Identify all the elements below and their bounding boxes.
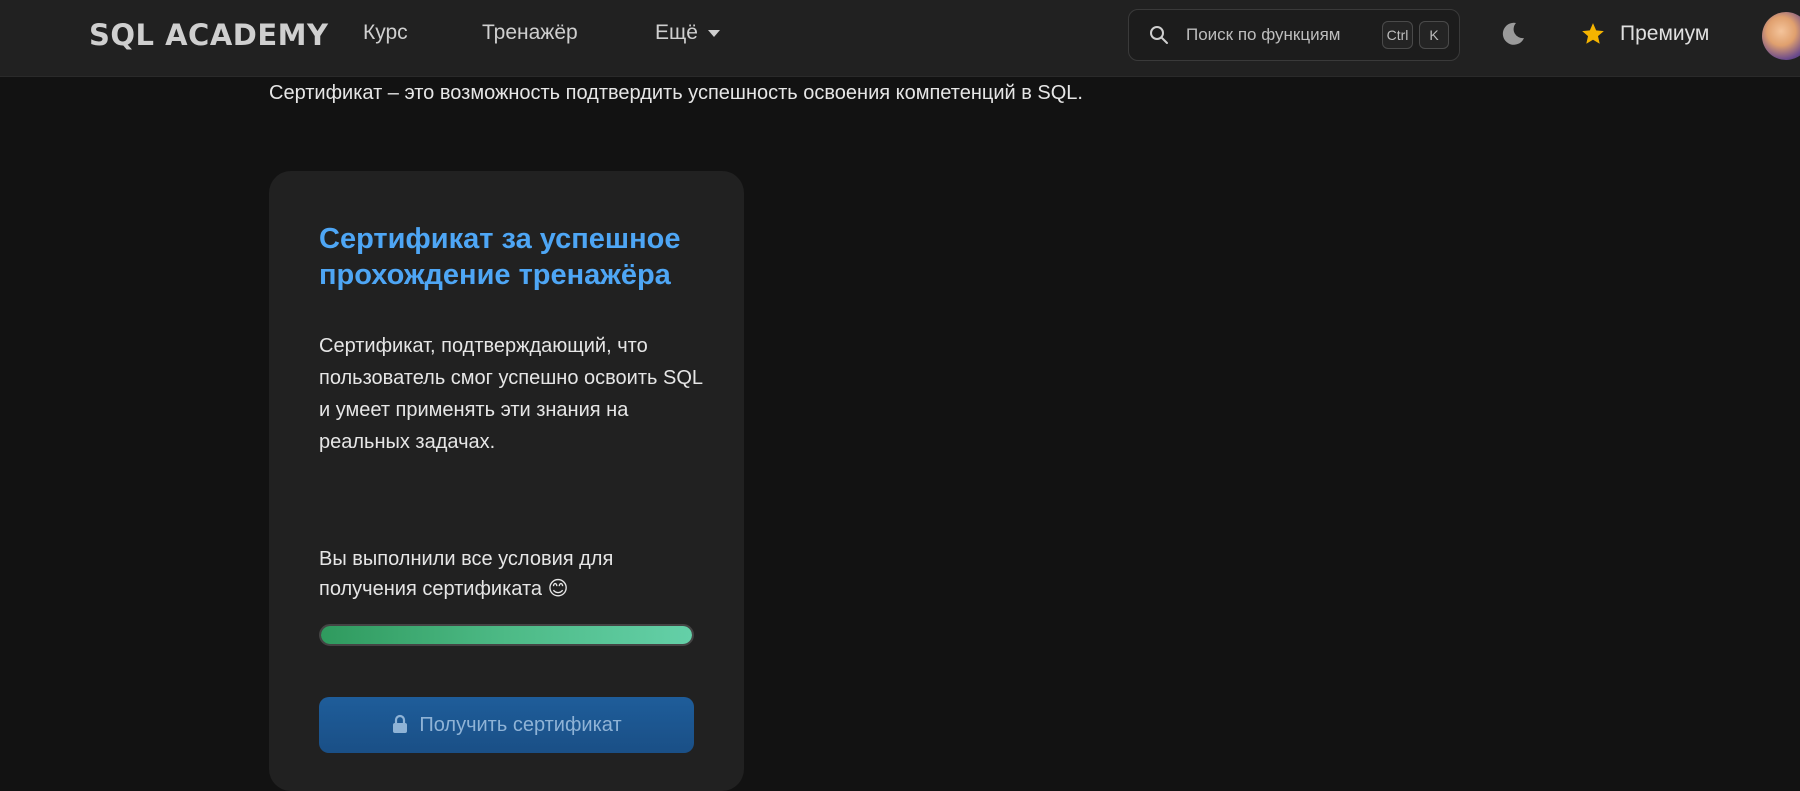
card-status: Вы выполнили все условия для получения с… xyxy=(319,548,614,600)
progress-bar xyxy=(319,624,694,646)
card-title: Сертификат за успешное прохождение трена… xyxy=(319,223,681,291)
moon-icon[interactable] xyxy=(1497,19,1527,54)
intro-text: Сертификат – это возможность подтвердить… xyxy=(269,82,1083,104)
search-placeholder: Поиск по функциям xyxy=(1186,25,1341,44)
get-certificate-label: Получить сертификат xyxy=(419,714,622,736)
nav-course[interactable]: Курс xyxy=(363,21,408,45)
shortcut-ctrl-key: Ctrl xyxy=(1382,21,1413,49)
search-icon xyxy=(1149,25,1169,50)
logo[interactable]: SQL ACADEMY xyxy=(89,18,329,52)
search-box[interactable]: Поиск по функциям Ctrl K xyxy=(1128,9,1460,61)
top-header: SQL ACADEMY Курс Тренажёр Ещё Поиск по ф… xyxy=(0,0,1800,77)
chevron-down-icon xyxy=(707,29,720,37)
avatar[interactable] xyxy=(1762,12,1800,60)
lock-icon xyxy=(391,700,409,756)
star-icon xyxy=(1580,21,1606,53)
premium-label: Премиум xyxy=(1620,22,1710,45)
nav-more[interactable]: Ещё xyxy=(655,21,720,45)
get-certificate-button[interactable]: Получить сертификат xyxy=(319,697,694,753)
certificate-card: Сертификат за успешное прохождение трена… xyxy=(269,171,744,791)
nav-more-label: Ещё xyxy=(655,21,698,44)
card-description: Сертификат, подтверждающий, что пользова… xyxy=(319,335,703,453)
nav-trainer[interactable]: Тренажёр xyxy=(482,21,578,45)
progress-fill xyxy=(321,626,692,644)
shortcut-k-key: K xyxy=(1419,21,1449,49)
